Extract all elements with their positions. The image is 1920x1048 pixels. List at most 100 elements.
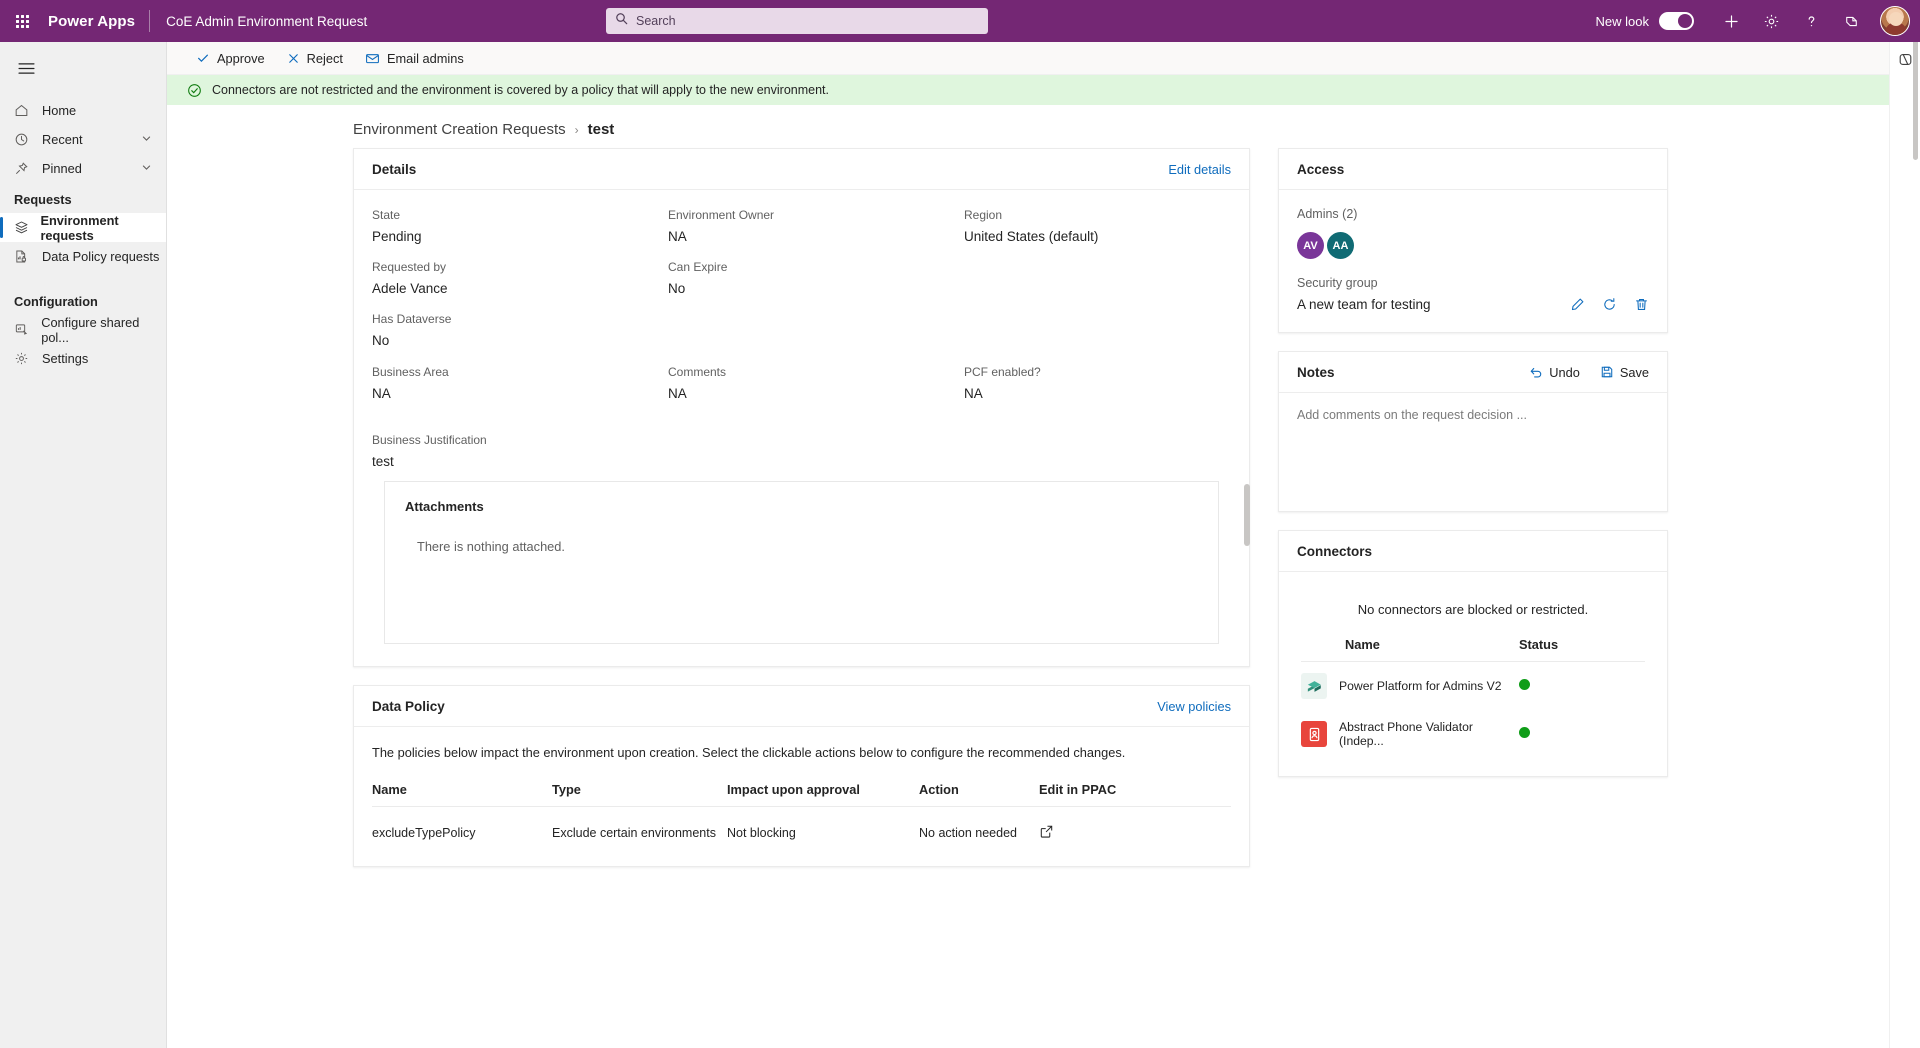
copilot-icon[interactable] bbox=[1897, 51, 1914, 68]
power-platform-icon bbox=[1301, 673, 1327, 699]
admins-count-label: Admins (2) bbox=[1297, 207, 1358, 221]
data-policy-title: Data Policy bbox=[372, 698, 445, 714]
new-look-toggle[interactable] bbox=[1659, 12, 1694, 30]
search-box[interactable] bbox=[606, 8, 988, 34]
sidebar-item-recent[interactable]: Recent bbox=[0, 125, 166, 154]
cell-action: No action needed bbox=[919, 826, 1017, 840]
chevron-down-icon[interactable] bbox=[141, 132, 152, 147]
scrollbar-thumb[interactable] bbox=[1244, 484, 1250, 546]
cell-type: Exclude certain environments bbox=[552, 826, 716, 840]
field-label: Has Dataverse bbox=[372, 312, 452, 326]
sidebar-item-label: Home bbox=[42, 103, 77, 118]
sidebar-item-label: Pinned bbox=[42, 161, 82, 176]
sidebar-item-configure-shared-policies[interactable]: Configure shared pol... bbox=[0, 315, 166, 345]
cell-name: excludeTypePolicy bbox=[372, 826, 476, 840]
details-row: State Pending Environment Owner NA Regio… bbox=[372, 208, 1231, 244]
attachments-title: Attachments bbox=[405, 499, 484, 514]
search-input[interactable] bbox=[636, 14, 979, 28]
data-policy-description: The policies below impact the environmen… bbox=[372, 745, 1126, 760]
access-title: Access bbox=[1297, 161, 1345, 177]
save-button[interactable]: Save bbox=[1600, 365, 1649, 380]
field-label: State bbox=[372, 208, 401, 222]
field-value: NA bbox=[668, 386, 687, 401]
field-comments: Comments NA bbox=[668, 365, 964, 401]
plus-icon[interactable] bbox=[1712, 0, 1750, 42]
field-label: Region bbox=[964, 208, 1003, 222]
email-admins-button[interactable]: Email admins bbox=[356, 46, 473, 71]
sidebar-item-label: Data Policy requests bbox=[42, 249, 160, 264]
column-header-name: Name bbox=[372, 782, 552, 807]
column-header-status: Status bbox=[1519, 637, 1645, 662]
help-icon[interactable] bbox=[1792, 0, 1830, 42]
sidebar-item-settings[interactable]: Settings bbox=[0, 344, 166, 373]
approve-label: Approve bbox=[217, 50, 265, 66]
field-label: PCF enabled? bbox=[964, 365, 1041, 379]
x-icon bbox=[287, 52, 300, 65]
details-row: Has Dataverse No bbox=[372, 312, 1231, 348]
pencil-icon[interactable] bbox=[1570, 297, 1585, 312]
sidebar-item-data-policy-requests[interactable]: Data Policy requests bbox=[0, 242, 166, 271]
refresh-icon[interactable] bbox=[1602, 297, 1617, 312]
pin-icon bbox=[14, 161, 36, 176]
clock-icon bbox=[14, 132, 36, 147]
page-scrollbar-thumb[interactable] bbox=[1913, 38, 1918, 160]
cell-connector-name: Abstract Phone Validator (Indep... bbox=[1301, 709, 1519, 758]
column-header-type: Type bbox=[552, 782, 727, 807]
field-environment-owner: Environment Owner NA bbox=[668, 208, 964, 244]
avatar-admin-av[interactable]: AV bbox=[1297, 232, 1324, 259]
gear-icon bbox=[14, 351, 36, 366]
trash-icon[interactable] bbox=[1634, 297, 1649, 312]
field-label: Environment Owner bbox=[668, 208, 775, 222]
details-body: State Pending Environment Owner NA Regio… bbox=[354, 190, 1249, 666]
avatar[interactable] bbox=[1880, 6, 1910, 36]
field-state: State Pending bbox=[372, 208, 668, 244]
chevron-down-icon[interactable] bbox=[141, 161, 152, 176]
connectors-body: No connectors are blocked or restricted.… bbox=[1279, 572, 1667, 776]
table-header-row: Name Type Impact upon approval Action Ed… bbox=[372, 782, 1231, 807]
notes-body[interactable]: Add comments on the request decision ... bbox=[1279, 393, 1667, 511]
edit-details-link[interactable]: Edit details bbox=[1168, 162, 1231, 177]
field-value: No bbox=[668, 281, 686, 296]
view-policies-link[interactable]: View policies bbox=[1157, 699, 1231, 714]
gear-icon[interactable] bbox=[1752, 0, 1790, 42]
connectors-card: Connectors No connectors are blocked or … bbox=[1278, 530, 1668, 777]
avatar-admin-aa[interactable]: AA bbox=[1327, 232, 1354, 259]
content-area: Details Edit details State Pending Envir… bbox=[167, 148, 1889, 1028]
breadcrumb-parent[interactable]: Environment Creation Requests bbox=[353, 121, 566, 138]
brand-title[interactable]: Power Apps bbox=[44, 13, 149, 30]
save-icon bbox=[1600, 365, 1614, 379]
security-group-row: A new team for testing bbox=[1297, 297, 1649, 312]
app-launcher-icon[interactable] bbox=[0, 0, 44, 42]
details-scrollbar[interactable] bbox=[1244, 484, 1250, 799]
sidebar-item-pinned[interactable]: Pinned bbox=[0, 154, 166, 183]
open-in-new-icon[interactable] bbox=[1039, 824, 1054, 839]
field-value: Pending bbox=[372, 229, 422, 244]
sidebar-item-home[interactable]: Home bbox=[0, 96, 166, 125]
notes-actions: Undo Save bbox=[1529, 365, 1649, 380]
right-column: Access Admins (2) AV AA Security group A… bbox=[1278, 148, 1668, 1028]
sidebar-item-environment-requests[interactable]: Environment requests bbox=[0, 213, 166, 243]
status-badge bbox=[1519, 727, 1530, 738]
field-empty bbox=[964, 260, 1260, 296]
data-policy-table: Name Type Impact upon approval Action Ed… bbox=[372, 782, 1231, 856]
reject-button[interactable]: Reject bbox=[278, 46, 352, 71]
field-has-dataverse: Has Dataverse No bbox=[372, 312, 668, 348]
details-row: Business Justification test bbox=[372, 433, 1231, 469]
approve-button[interactable]: Approve bbox=[187, 46, 274, 71]
admin-avatars: AV AA bbox=[1297, 232, 1649, 259]
details-title: Details bbox=[372, 161, 417, 177]
status-banner: Connectors are not restricted and the en… bbox=[167, 75, 1889, 105]
feedback-icon[interactable] bbox=[1832, 0, 1870, 42]
new-look-label: New look bbox=[1595, 13, 1649, 29]
notes-title: Notes bbox=[1297, 364, 1335, 380]
right-rail bbox=[1889, 38, 1920, 1048]
undo-button[interactable]: Undo bbox=[1529, 365, 1580, 380]
details-card: Details Edit details State Pending Envir… bbox=[353, 148, 1250, 667]
field-value: test bbox=[372, 454, 394, 469]
hamburger-icon[interactable] bbox=[6, 48, 46, 88]
security-group-actions bbox=[1570, 297, 1649, 312]
field-label: Can Expire bbox=[668, 260, 728, 274]
field-pcf-enabled: PCF enabled? NA bbox=[964, 365, 1260, 401]
access-body: Admins (2) AV AA Security group A new te… bbox=[1279, 190, 1667, 332]
table-row: Power Platform for Admins V2 bbox=[1301, 662, 1645, 710]
